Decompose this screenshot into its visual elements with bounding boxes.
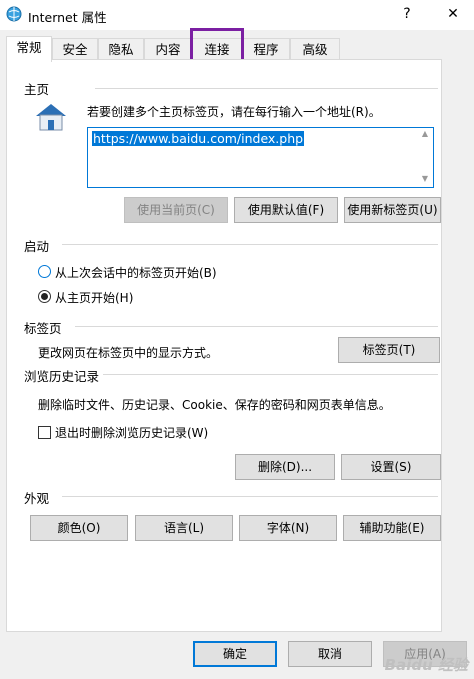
accessibility-button[interactable]: 辅助功能(E): [343, 515, 441, 541]
delete-history-button[interactable]: 删除(D)...: [235, 454, 335, 480]
use-current-button[interactable]: 使用当前页(C): [124, 197, 228, 223]
tab-content[interactable]: 内容: [144, 38, 192, 60]
scroll-up-icon[interactable]: ▲: [419, 129, 431, 141]
use-new-tab-button[interactable]: 使用新标签页(U): [344, 197, 441, 223]
history-settings-button[interactable]: 设置(S): [341, 454, 441, 480]
internet-globe-icon: [6, 6, 22, 22]
radio-start-home[interactable]: [38, 290, 51, 303]
tab-privacy[interactable]: 隐私: [98, 38, 144, 60]
baidu-watermark: Baidu 经验: [384, 656, 468, 674]
startup-section-label: 启动: [24, 239, 50, 254]
general-tab-panel: 主页 若要创建多个主页标签页，请在每行输入一个地址(R)。 https://ww…: [6, 59, 442, 632]
use-default-button[interactable]: 使用默认值(F): [234, 197, 338, 223]
appearance-section-label: 外观: [24, 491, 50, 506]
house-icon: [36, 104, 66, 131]
fonts-button[interactable]: 字体(N): [239, 515, 337, 541]
close-button[interactable]: ✕: [438, 3, 468, 25]
delete-on-exit-label[interactable]: 退出时删除浏览历史记录(W): [55, 424, 208, 441]
tabs-description: 更改网页在标签页中的显示方式。: [38, 346, 219, 360]
tabs-button[interactable]: 标签页(T): [338, 337, 440, 363]
tab-advanced[interactable]: 高级: [290, 38, 340, 60]
colors-button[interactable]: 颜色(O): [30, 515, 128, 541]
radio-start-last-session[interactable]: [38, 265, 51, 278]
radio-start-home-label[interactable]: 从主页开始(H): [55, 289, 133, 306]
tab-security[interactable]: 安全: [52, 38, 98, 60]
tabs-divider: [75, 326, 438, 327]
window-title: Internet 属性: [28, 10, 107, 25]
scroll-down-icon[interactable]: ▼: [419, 174, 431, 186]
ok-button[interactable]: 确定: [193, 641, 277, 667]
tab-general[interactable]: 常规: [6, 36, 52, 62]
homepage-url-text: https://www.baidu.com/index.php: [92, 131, 305, 146]
help-button[interactable]: ?: [392, 3, 422, 25]
history-description: 删除临时文件、历史记录、Cookie、保存的密码和网页表单信息。: [38, 398, 391, 412]
homepage-instruction: 若要创建多个主页标签页，请在每行输入一个地址(R)。: [87, 105, 381, 119]
tab-programs[interactable]: 程序: [242, 38, 290, 60]
startup-divider: [62, 244, 438, 245]
history-divider: [103, 374, 438, 375]
appearance-divider: [62, 496, 438, 497]
homepage-section-label: 主页: [24, 82, 50, 97]
delete-on-exit-checkbox[interactable]: [38, 426, 51, 439]
cancel-button[interactable]: 取消: [288, 641, 372, 667]
tabs-section-label: 标签页: [24, 321, 62, 336]
radio-start-last-session-label[interactable]: 从上次会话中的标签页开始(B): [55, 264, 217, 281]
languages-button[interactable]: 语言(L): [135, 515, 233, 541]
title-bar: Internet 属性 ? ✕: [0, 0, 474, 30]
history-section-label: 浏览历史记录: [24, 369, 100, 384]
homepage-url-textarea[interactable]: https://www.baidu.com/index.php ▲ ▼: [87, 127, 434, 188]
homepage-divider: [95, 88, 438, 89]
